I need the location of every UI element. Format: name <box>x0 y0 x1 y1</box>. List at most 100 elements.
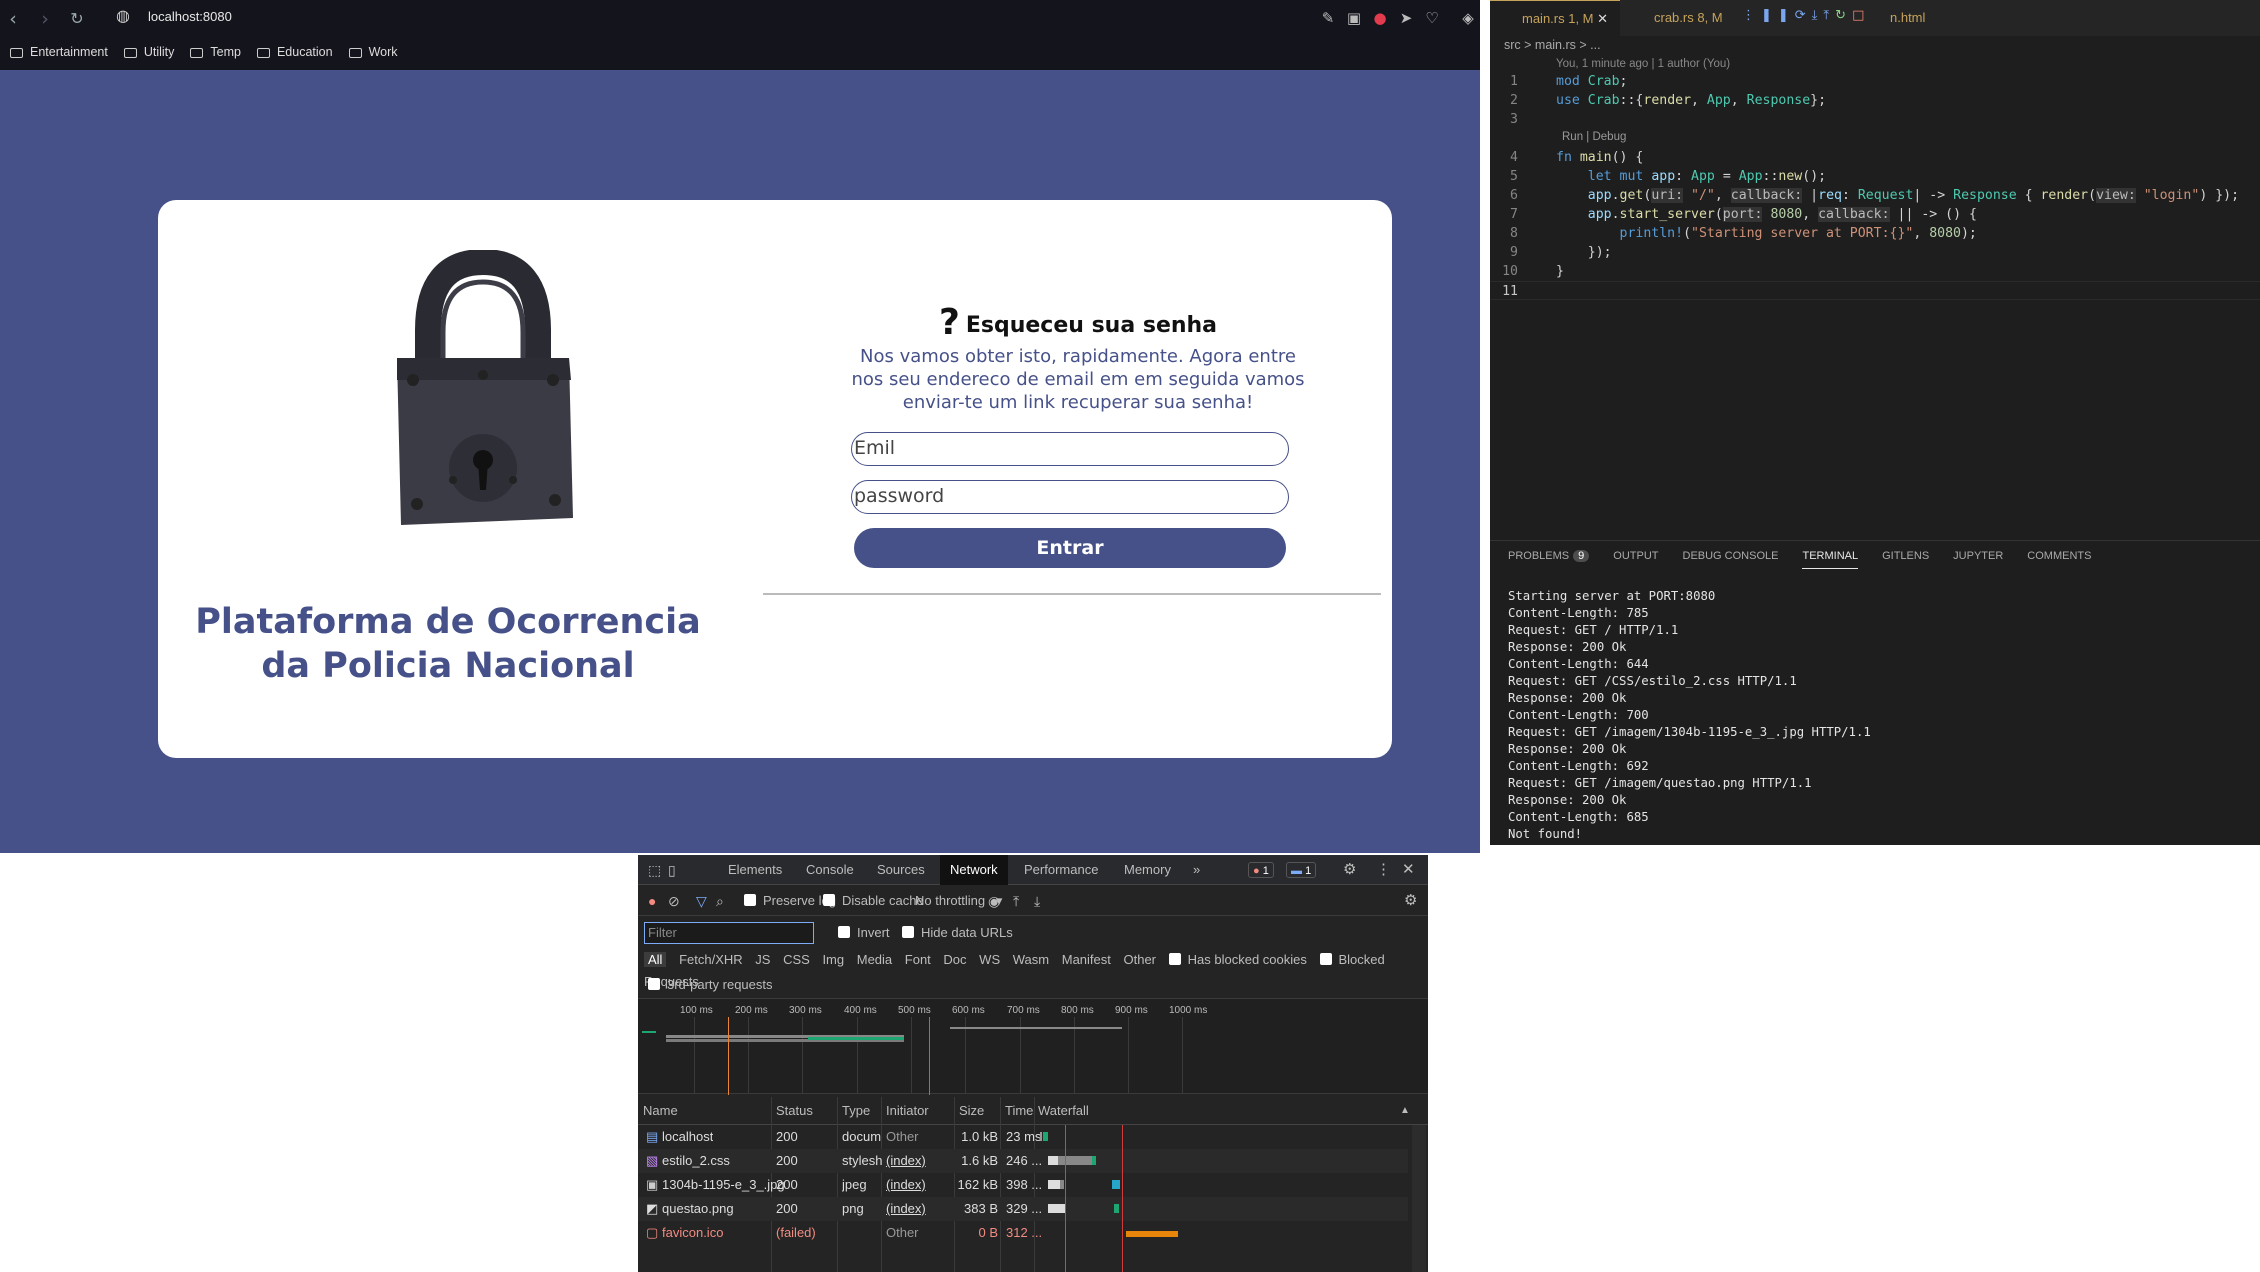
filter-ws[interactable]: WS <box>979 952 1000 967</box>
tab-jupyter[interactable]: JUPYTER <box>1953 550 2003 569</box>
password-field[interactable]: password <box>851 480 1289 514</box>
tab-terminal[interactable]: TERMINAL <box>1802 550 1859 569</box>
filter-font[interactable]: Font <box>905 952 931 967</box>
tab-console[interactable]: Console <box>806 855 854 885</box>
tab-elements[interactable]: Elements <box>728 855 782 885</box>
bookmark-work[interactable]: Work <box>348 42 398 62</box>
edit-icon[interactable]: ✎ <box>1318 8 1338 28</box>
heart-icon[interactable]: ♡ <box>1422 8 1442 28</box>
email-field[interactable]: Emil <box>851 432 1289 466</box>
filter-all[interactable]: All <box>644 952 667 967</box>
tab-comments[interactable]: COMMENTS <box>2027 550 2091 569</box>
tab-output[interactable]: OUTPUT <box>1613 550 1658 569</box>
sort-up-icon[interactable]: ▲ <box>1400 1097 1410 1125</box>
back-icon[interactable]: ‹ <box>0 6 26 32</box>
tab-memory[interactable]: Memory <box>1124 855 1171 885</box>
close-icon[interactable]: ✕ <box>1597 11 1608 26</box>
entrar-button[interactable]: Entrar <box>854 528 1286 568</box>
terminal-line: Response: 200 Ok <box>1508 793 1627 807</box>
inspect-icon[interactable]: ⬚ <box>648 855 661 885</box>
tab-debug-console[interactable]: DEBUG CONSOLE <box>1683 550 1779 569</box>
network-overview[interactable]: 100 ms 200 ms 300 ms 400 ms 500 ms 600 m… <box>638 998 1428 1095</box>
col-status[interactable]: Status <box>776 1097 813 1125</box>
bookmark-utility[interactable]: Utility <box>123 42 174 62</box>
col-initiator[interactable]: Initiator <box>886 1097 929 1125</box>
extension-icon[interactable]: ◈ <box>1458 8 1478 28</box>
forward-icon[interactable]: › <box>32 6 58 32</box>
reload-icon[interactable]: ↻ <box>64 6 90 32</box>
tab-crab-rs[interactable]: crab.rs 8, M <box>1622 0 1752 36</box>
filter-media[interactable]: Media <box>857 952 892 967</box>
search-icon[interactable]: ⌕ <box>716 886 724 916</box>
tab-main-rs[interactable]: main.rs 1, M ✕ <box>1490 0 1620 36</box>
has-blocked-cookies-checkbox[interactable]: Has blocked cookies <box>1168 952 1307 967</box>
bookmark-education[interactable]: Education <box>256 42 333 62</box>
table-row[interactable]: ▤ localhost 200 docum... Other 1.0 kB 23… <box>638 1125 1408 1149</box>
tab-problems[interactable]: PROBLEMS 9 <box>1508 550 1590 569</box>
tick-label: 1000 ms <box>1169 1005 1208 1016</box>
filter-fetch-xhr[interactable]: Fetch/XHR <box>679 952 743 967</box>
record-icon[interactable]: ● <box>648 886 656 916</box>
close-icon[interactable]: ✕ <box>1402 855 1415 885</box>
scrollbar[interactable] <box>1412 1125 1426 1272</box>
folder-icon <box>348 48 362 58</box>
export-har-icon[interactable]: ⤓ <box>1034 886 1040 916</box>
code-line: 8 println!("Starting server at PORT:{}",… <box>1510 226 1977 241</box>
settings-icon[interactable]: ⚙ <box>1343 855 1356 885</box>
error-badge[interactable]: ● 1 <box>1248 862 1274 878</box>
tick-label: 100 ms <box>680 1005 713 1016</box>
filter-icon[interactable]: ▽ <box>696 886 707 916</box>
screenshot-icon[interactable]: ▣ <box>1344 8 1364 28</box>
filter-manifest[interactable]: Manifest <box>1062 952 1111 967</box>
disable-cache-checkbox[interactable]: Disable cache <box>823 886 924 916</box>
terminal-output[interactable]: Starting server at PORT:8080 Content-Leng… <box>1508 588 1871 843</box>
tab-network[interactable]: Network <box>940 855 1008 885</box>
site-info-icon[interactable]: ◍ <box>116 6 130 25</box>
waterfall-bar <box>1114 1204 1119 1213</box>
table-row[interactable]: ▧ estilo_2.css 200 stylesh... (index) 1.… <box>638 1149 1408 1173</box>
col-name[interactable]: Name <box>643 1097 678 1125</box>
code-area[interactable]: 1 mod Crab; 2 use Crab::{render, App, Resp… <box>1490 72 2260 300</box>
filter-other[interactable]: Other <box>1124 952 1157 967</box>
tab-sources[interactable]: Sources <box>877 855 925 885</box>
send-icon[interactable]: ➤ <box>1396 8 1416 28</box>
network-conditions-icon[interactable]: ◉ <box>988 886 1000 916</box>
run-debug-codelens[interactable]: Run | Debug <box>1562 131 1626 143</box>
heading-text: Esqueceu sua senha <box>965 313 1218 338</box>
device-toolbar-icon[interactable]: ▯ <box>668 855 676 885</box>
filter-js[interactable]: JS <box>755 952 770 967</box>
filter-doc[interactable]: Doc <box>943 952 966 967</box>
filter-wasm[interactable]: Wasm <box>1013 952 1049 967</box>
table-row[interactable]: ◩ questao.png 200 png (index) 383 B 329 … <box>638 1197 1408 1221</box>
tab-n-html[interactable]: n.html <box>1890 0 1970 36</box>
table-row[interactable]: ▣ 1304b-1195-e_3_.jpg 200 jpeg (index) 1… <box>638 1173 1408 1197</box>
network-settings-icon[interactable]: ⚙ <box>1404 886 1417 916</box>
third-party-checkbox[interactable]: 3rd-party requests <box>648 977 773 992</box>
more-tabs-icon[interactable]: » <box>1193 855 1200 885</box>
col-time[interactable]: Time <box>1005 1097 1033 1125</box>
filter-input[interactable]: Filter <box>644 922 814 944</box>
table-row[interactable]: ▢ favicon.ico (failed) Other 0 B 312 ... <box>638 1221 1408 1245</box>
breadcrumb[interactable]: src > main.rs > ... <box>1504 38 1601 52</box>
tab-performance[interactable]: Performance <box>1024 855 1098 885</box>
invert-checkbox[interactable]: Invert <box>838 922 890 944</box>
import-har-icon[interactable]: ⤒ <box>1013 886 1019 916</box>
bookmark-temp[interactable]: Temp <box>190 42 241 62</box>
dom-content-loaded-line <box>1065 1125 1066 1272</box>
address-bar[interactable]: localhost:8080 <box>148 9 232 24</box>
message-badge[interactable]: ▬ 1 <box>1286 862 1317 878</box>
col-size[interactable]: Size <box>959 1097 984 1125</box>
hide-data-urls-checkbox[interactable]: Hide data URLs <box>902 922 1013 944</box>
debug-toolbar[interactable]: ⋮❚❚⟳⤓⤒↻□ <box>1742 8 1870 23</box>
col-type[interactable]: Type <box>842 1097 870 1125</box>
col-waterfall[interactable]: Waterfall <box>1038 1097 1089 1125</box>
terminal-line: Response: 200 Ok <box>1508 640 1627 654</box>
clear-icon[interactable]: ⊘ <box>668 886 680 916</box>
more-options-icon[interactable]: ⋮ <box>1376 855 1391 885</box>
shield-icon[interactable]: ● <box>1370 8 1390 28</box>
login-card: Plataforma de Ocorrencia da Policia Naci… <box>158 200 1392 758</box>
tab-gitlens[interactable]: GITLENS <box>1882 550 1929 569</box>
filter-img[interactable]: Img <box>822 952 844 967</box>
bookmark-entertainment[interactable]: Entertainment <box>10 42 108 62</box>
filter-css[interactable]: CSS <box>783 952 810 967</box>
